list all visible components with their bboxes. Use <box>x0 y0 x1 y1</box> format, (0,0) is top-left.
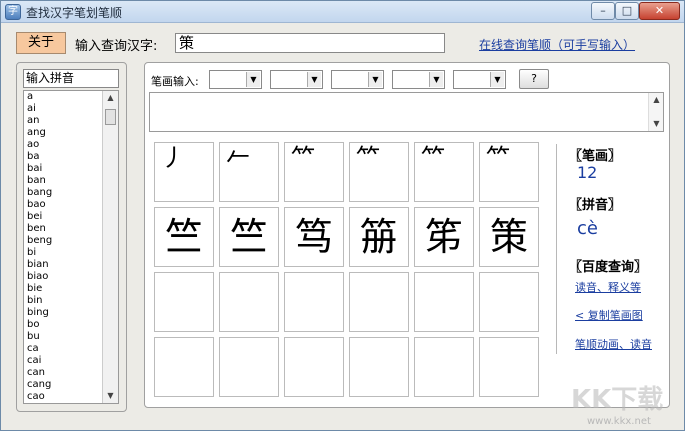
empty-stroke-cell <box>284 272 344 332</box>
text-area-scrollbar[interactable]: ▲ ▼ <box>648 93 663 131</box>
empty-stroke-cell <box>479 337 539 397</box>
empty-stroke-cell <box>349 272 409 332</box>
animation-link[interactable]: 笔顺动画、读音 <box>575 336 652 352</box>
query-input[interactable]: 策 <box>175 33 445 53</box>
title-bar[interactable]: 字 查找汉字笔划笔顺 – □ ✕ <box>1 1 684 23</box>
stroke-step-cell: 竺 <box>219 207 279 267</box>
stroke-step-cell: ⺮ <box>414 142 474 202</box>
baidu-heading: 〖百度查询〗 <box>569 260 648 275</box>
stroke-select-4[interactable]: ▼ <box>392 70 445 89</box>
empty-stroke-cell <box>154 272 214 332</box>
empty-stroke-cell <box>154 337 214 397</box>
copy-image-link[interactable]: < 复制笔画图 <box>575 307 643 323</box>
window-title: 查找汉字笔划笔顺 <box>26 6 123 20</box>
stroke-select-2[interactable]: ▼ <box>270 70 323 89</box>
stroke-text-area[interactable]: ▲ ▼ <box>149 92 664 132</box>
empty-stroke-cell <box>219 272 279 332</box>
pinyin-value: cè <box>577 218 598 239</box>
stroke-step-cell: 𠂉 <box>219 142 279 202</box>
stroke-select-5[interactable]: ▼ <box>453 70 506 89</box>
watermark-logo: KK下载 <box>571 385 664 415</box>
empty-stroke-cell <box>284 337 344 397</box>
app-icon: 字 <box>5 4 21 20</box>
stroke-count: 12 <box>577 163 598 182</box>
stroke-step-cell: ⺮ <box>479 142 539 202</box>
stroke-select-1[interactable]: ▼ <box>209 70 262 89</box>
stroke-step-cell: 笃 <box>284 207 344 267</box>
watermark-url: www.kkx.net <box>587 416 651 427</box>
help-button[interactable]: ? <box>519 69 549 89</box>
stroke-select-3[interactable]: ▼ <box>331 70 384 89</box>
chevron-down-icon: ▼ <box>368 72 382 87</box>
divider <box>556 144 557 354</box>
query-label: 输入查询汉字: <box>75 39 158 54</box>
stroke-step-cell: 笧 <box>349 207 409 267</box>
stroke-order-grid: 丿 𠂉 ⺮⺮⺮⺮竺竺笃笧笫策 <box>149 137 557 402</box>
minimize-button[interactable]: – <box>591 2 615 20</box>
reading-link[interactable]: 读音、释义等 <box>575 279 641 295</box>
scroll-down-icon[interactable]: ▼ <box>103 389 118 403</box>
chevron-down-icon: ▼ <box>246 72 260 87</box>
empty-stroke-cell <box>414 272 474 332</box>
chevron-down-icon: ▼ <box>490 72 504 87</box>
app-window: 字 查找汉字笔划笔顺 – □ ✕ 关于 输入查询汉字: 策 在线查询笔顺（可手写… <box>0 0 685 431</box>
stroke-step-cell: ⺮ <box>284 142 344 202</box>
empty-stroke-cell <box>414 337 474 397</box>
chevron-down-icon: ▼ <box>307 72 321 87</box>
stroke-step-cell: 竺 <box>154 207 214 267</box>
maximize-button[interactable]: □ <box>615 2 639 20</box>
about-button[interactable]: 关于 <box>16 32 66 54</box>
stroke-step-cell: 笫 <box>414 207 474 267</box>
pinyin-list[interactable]: a ai an ang ao ba bai ban bang bao bei ben beng bi bia… <box>23 90 119 404</box>
list-scrollbar[interactable]: ▲ ▼ <box>102 91 118 403</box>
scroll-up-icon[interactable]: ▲ <box>649 93 664 107</box>
pinyin-heading: 〖拼音〗 <box>569 198 622 213</box>
scroll-up-icon[interactable]: ▲ <box>103 91 118 105</box>
stroke-step-cell: ⺮ <box>349 142 409 202</box>
empty-stroke-cell <box>219 337 279 397</box>
close-button[interactable]: ✕ <box>639 2 680 20</box>
empty-stroke-cell <box>479 272 539 332</box>
stroke-input-label: 笔画输入: <box>151 75 199 88</box>
online-query-link[interactable]: 在线查询笔顺（可手写输入） <box>479 36 635 53</box>
stroke-step-cell: 丿 <box>154 142 214 202</box>
scroll-thumb[interactable] <box>105 109 116 125</box>
pinyin-input[interactable]: 输入拼音 <box>23 69 119 88</box>
chevron-down-icon: ▼ <box>429 72 443 87</box>
scroll-down-icon[interactable]: ▼ <box>649 117 664 131</box>
stroke-heading: 〖笔画〗 <box>569 149 622 164</box>
stroke-step-cell: 策 <box>479 207 539 267</box>
empty-stroke-cell <box>349 337 409 397</box>
